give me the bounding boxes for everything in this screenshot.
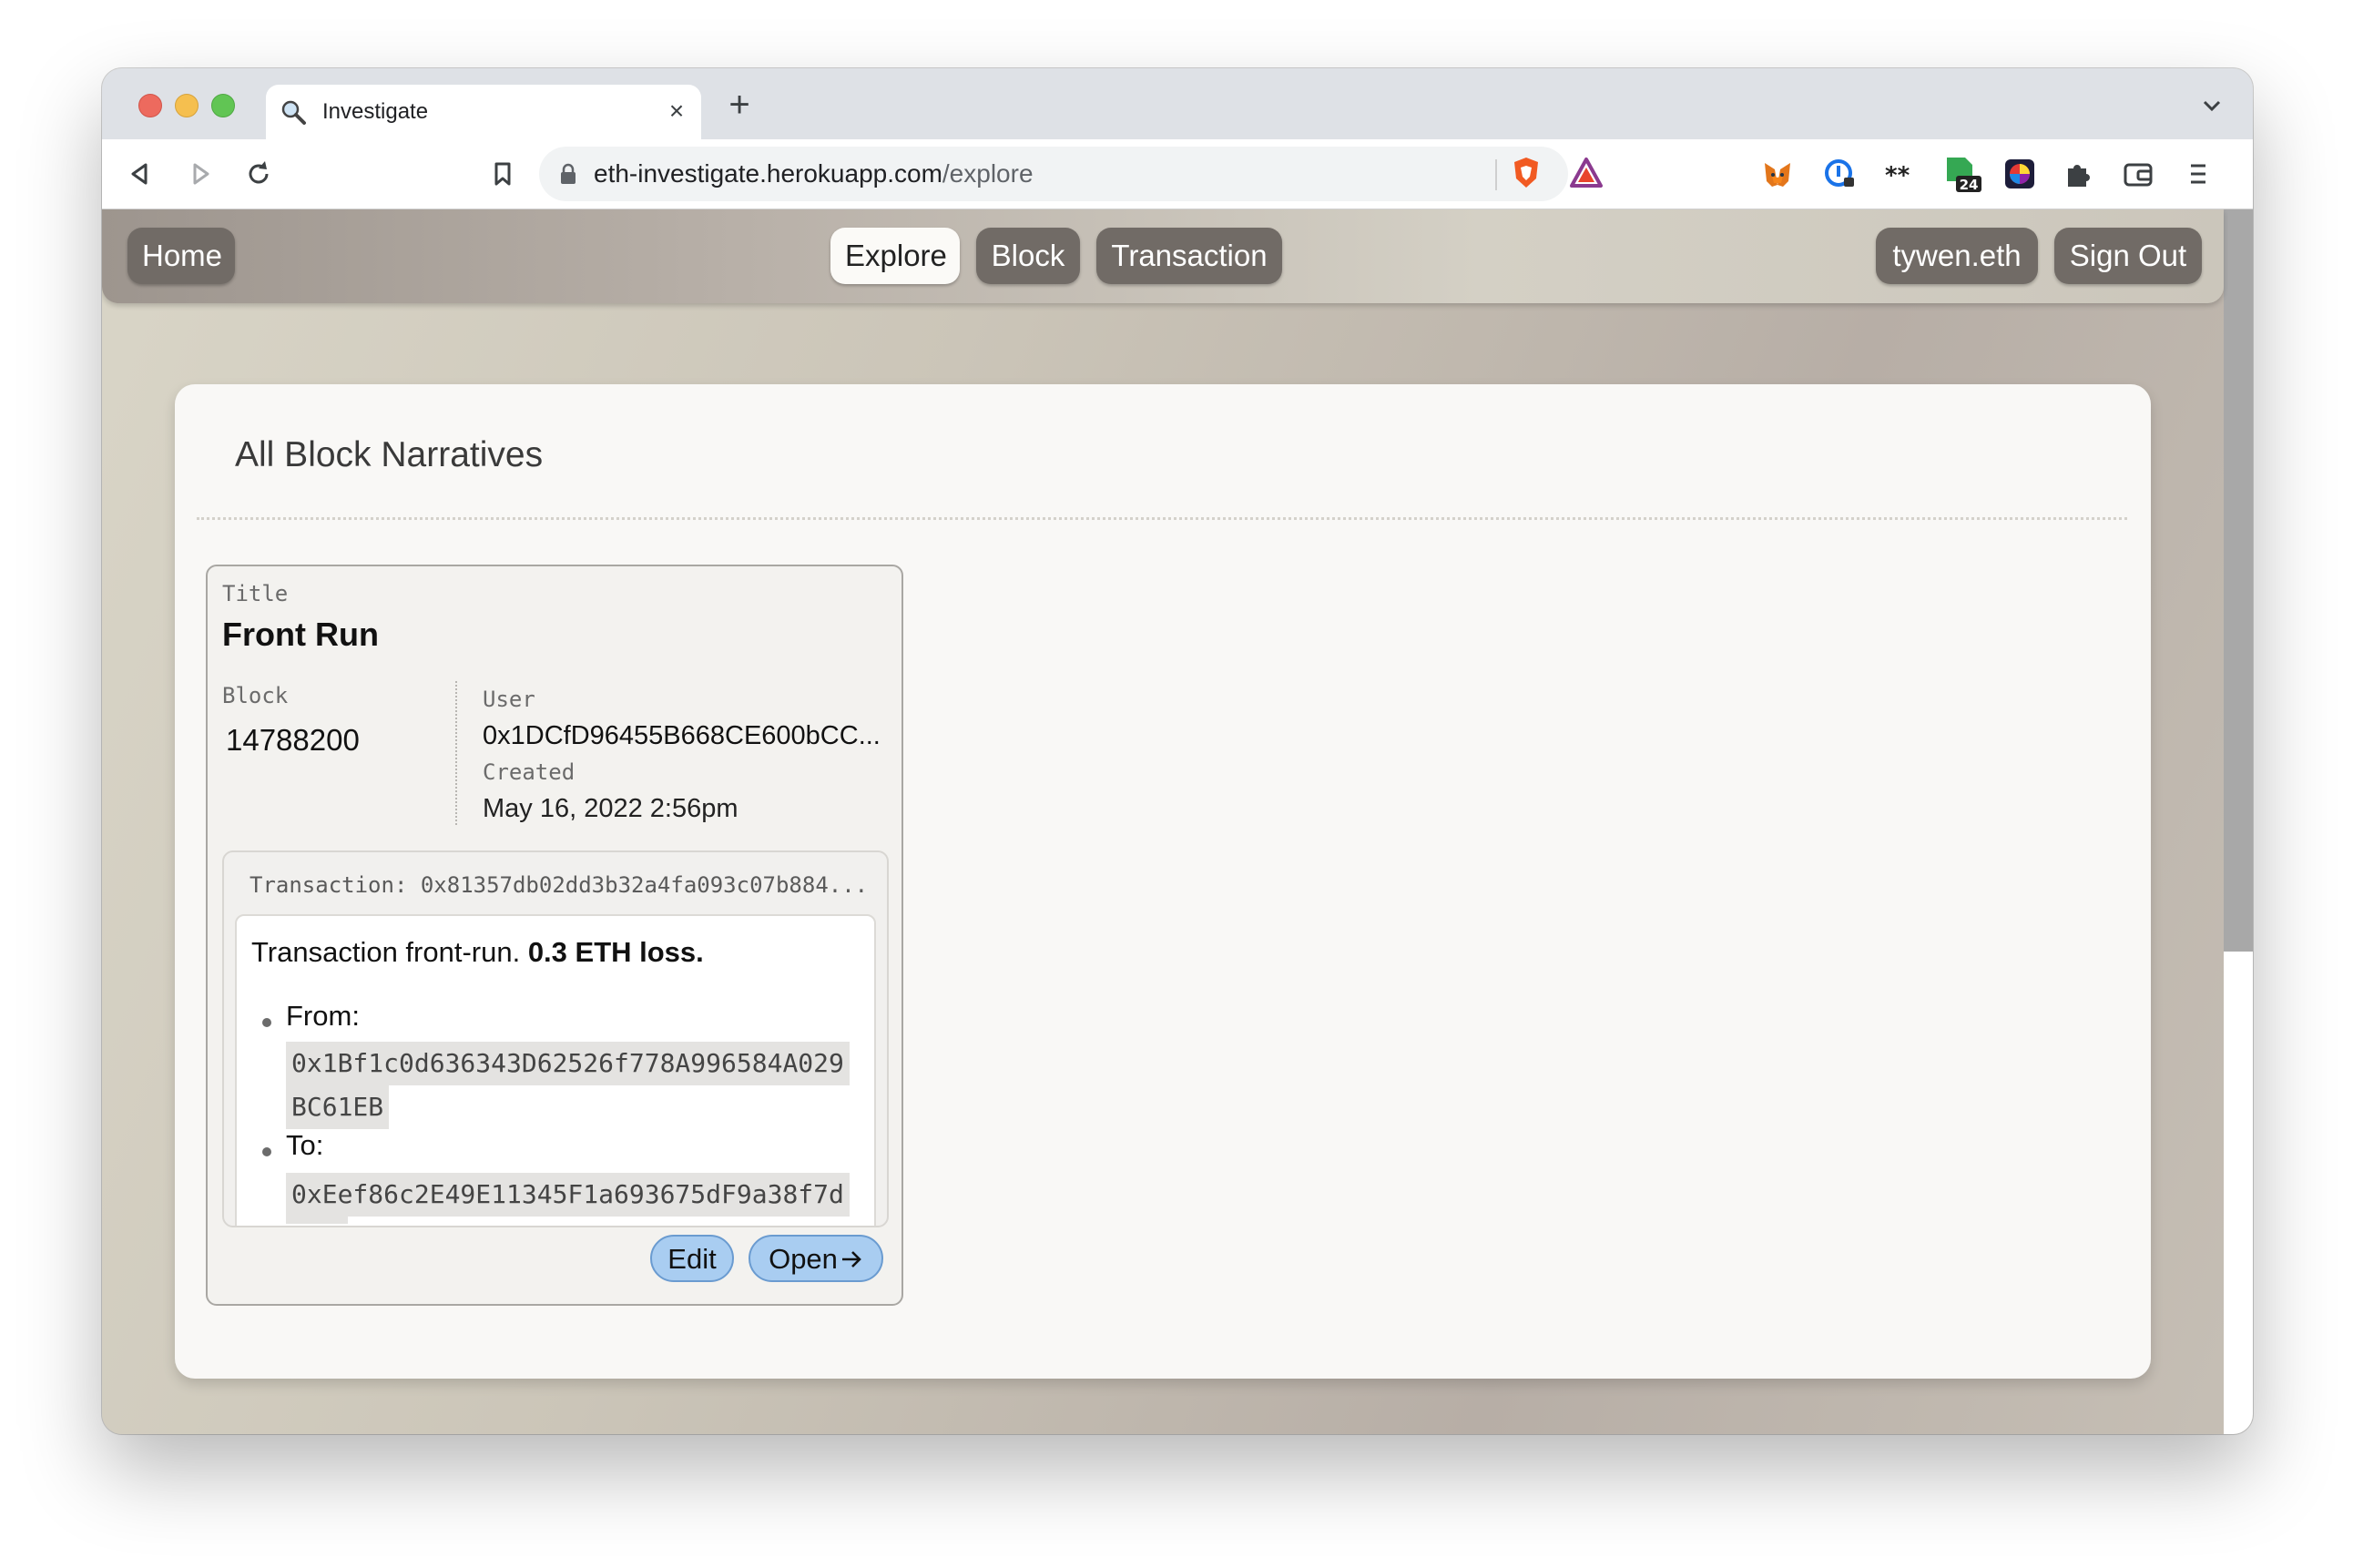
title-label: Title xyxy=(222,581,289,606)
forward-icon[interactable] xyxy=(182,156,219,192)
user-address: 0x1DCfD96455B668CE600bCC... xyxy=(483,721,881,750)
lock-icon xyxy=(561,163,576,184)
vertical-divider xyxy=(455,681,457,825)
narrative-card: Title Front Run Block 14788200 User 0x1D… xyxy=(206,565,903,1306)
user-label: User xyxy=(483,687,535,712)
omnibox-divider xyxy=(1495,159,1497,190)
narrative-title: Front Run xyxy=(222,616,379,653)
transaction-summary: Transaction front-run. 0.3 ETH loss. xyxy=(251,936,704,968)
close-window-button[interactable] xyxy=(138,94,162,117)
app-navbar: Home Explore Block Transaction tywen.eth… xyxy=(102,209,2224,303)
narratives-panel: All Block Narratives Title Front Run Blo… xyxy=(175,384,2151,1379)
metamask-extension-icon[interactable] xyxy=(1759,156,1796,192)
from-label: From: xyxy=(286,1000,360,1032)
open-button[interactable]: Open xyxy=(749,1235,883,1282)
created-date: May 16, 2022 2:56pm xyxy=(483,794,738,823)
tab-close-icon[interactable]: × xyxy=(663,97,690,125)
scrollbar-thumb[interactable] xyxy=(2224,209,2253,952)
asterisk-extension-icon[interactable]: ** xyxy=(1881,156,1918,192)
page-title: All Block Narratives xyxy=(235,435,544,474)
created-label: Created xyxy=(483,759,576,785)
reload-icon[interactable] xyxy=(240,156,277,192)
url-text: eth-investigate.herokuapp.com/explore xyxy=(594,159,1034,188)
brave-rewards-icon[interactable] xyxy=(1568,155,1604,191)
bullet-icon xyxy=(262,1147,271,1156)
nav-block-button[interactable]: Block xyxy=(976,228,1080,284)
to-address-line-2 xyxy=(286,1217,348,1224)
tab-title: Investigate xyxy=(322,99,429,124)
transaction-hash: Transaction: 0x81357db02dd3b32a4fa093c07… xyxy=(250,872,869,898)
browser-toolbar: eth-investigate.herokuapp.com/explore **… xyxy=(102,139,2253,209)
menu-icon[interactable] xyxy=(2180,156,2216,192)
to-address-line-1: 0xEef86c2E49E11345F1a693675dF9a38f7d xyxy=(286,1173,850,1217)
address-bar[interactable]: eth-investigate.herokuapp.com/explore xyxy=(539,147,1603,201)
to-label: To: xyxy=(286,1129,324,1161)
transaction-section: Transaction: 0x81357db02dd3b32a4fa093c07… xyxy=(222,850,889,1227)
nav-user-button[interactable]: tywen.eth xyxy=(1876,228,2038,284)
block-label: Block xyxy=(222,683,289,708)
minimize-window-button[interactable] xyxy=(175,94,199,117)
transaction-narrative-body[interactable]: Transaction front-run. 0.3 ETH loss. Fro… xyxy=(235,914,876,1226)
nav-explore-button[interactable]: Explore xyxy=(830,228,960,284)
zoom-window-button[interactable] xyxy=(211,94,235,117)
from-address-line-1: 0x1Bf1c0d636343D62526f778A996584A029 xyxy=(286,1042,850,1085)
brave-shields-icon[interactable] xyxy=(1508,155,1544,191)
evernote-extension-icon[interactable]: 24 xyxy=(1940,152,1981,194)
svg-text:24: 24 xyxy=(1960,177,1979,193)
page-viewport: Home Explore Block Transaction tywen.eth… xyxy=(102,209,2253,1434)
nav-home-button[interactable]: Home xyxy=(127,228,235,284)
bullet-icon xyxy=(262,1018,271,1027)
sign-out-button[interactable]: Sign Out xyxy=(2054,228,2202,284)
browser-tab[interactable]: Investigate × xyxy=(266,85,701,139)
edit-button[interactable]: Edit xyxy=(650,1235,734,1282)
colorful-grid-extension-icon[interactable] xyxy=(2002,156,2038,192)
svg-text:**: ** xyxy=(1885,162,1910,189)
extensions-puzzle-icon[interactable] xyxy=(2060,156,2096,192)
tab-search-chevron-icon[interactable] xyxy=(2198,92,2226,119)
magnifier-favicon-icon xyxy=(281,100,306,125)
from-address-line-2: BC61EB xyxy=(286,1085,390,1129)
bookmark-icon[interactable] xyxy=(484,156,521,192)
arrow-right-icon xyxy=(841,1251,861,1268)
tab-strip: Investigate × + xyxy=(102,68,2253,139)
new-tab-icon[interactable]: + xyxy=(721,87,758,123)
nav-transaction-button[interactable]: Transaction xyxy=(1096,228,1282,284)
back-icon[interactable] xyxy=(122,156,158,192)
block-number: 14788200 xyxy=(226,723,360,757)
wallet-icon[interactable] xyxy=(2120,156,2156,192)
browser-window: Investigate × + eth-investigate.herokuap… xyxy=(102,68,2253,1434)
password-manager-extension-icon[interactable] xyxy=(1821,156,1858,192)
loss-amount: 0.3 ETH loss. xyxy=(527,936,704,968)
divider xyxy=(197,517,2127,520)
